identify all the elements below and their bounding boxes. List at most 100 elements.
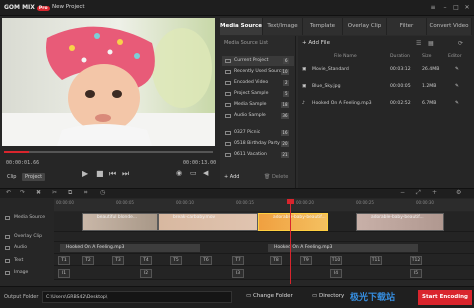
camera-icon[interactable]: ◉ — [176, 169, 182, 177]
file-size: 1.2MB — [422, 84, 437, 89]
minimize-icon[interactable]: – — [440, 3, 450, 12]
timeline-clip[interactable]: adorable-baby-beautif... — [356, 213, 444, 231]
text-item[interactable]: T5 — [170, 256, 182, 265]
source-item[interactable]: 0611 Vacation 21 — [222, 150, 294, 160]
screen-icon[interactable]: ▭ — [190, 169, 197, 177]
text-item[interactable]: T7 — [232, 256, 244, 265]
close-icon[interactable]: ✕ — [462, 3, 472, 12]
zoom-fit-icon[interactable]: ⤢ — [416, 189, 421, 197]
output-path-field[interactable]: C:\Users\GRBS42\Desktop\ — [42, 291, 232, 303]
text-item[interactable]: T9 — [300, 256, 312, 265]
text-item[interactable]: T12 — [410, 256, 422, 265]
timeline-clip-selected[interactable]: adorable-baby-beautif... — [258, 213, 328, 231]
file-duration: 00:02:52 — [390, 101, 411, 106]
grid-view-icon[interactable]: ▦ — [428, 40, 434, 47]
playback-scrubber[interactable] — [4, 148, 213, 154]
text-item[interactable]: T1 — [58, 256, 70, 265]
source-item[interactable]: 0327 Picnic 16 — [222, 128, 294, 138]
prev-frame-icon[interactable]: ⏮ — [109, 169, 116, 179]
edit-icon[interactable]: ✎ — [455, 101, 459, 106]
image-item[interactable]: I1 — [58, 269, 70, 278]
image-item[interactable]: I4 — [330, 269, 342, 278]
text-item[interactable]: T10 — [330, 256, 342, 265]
track-label-audio: Audio — [2, 243, 52, 253]
source-label: Project Sample — [234, 91, 269, 96]
source-item[interactable]: Current Project 6 — [222, 56, 294, 66]
video-preview[interactable] — [2, 18, 215, 146]
tab-project[interactable]: Project — [22, 173, 46, 181]
track-label-image: Image — [2, 268, 52, 278]
ruler-tick: 00:00:00 — [56, 200, 74, 205]
audio-clip[interactable]: Hooked On A Feeling.mp3 — [60, 244, 200, 252]
split-icon[interactable]: ✂ — [52, 189, 57, 196]
add-file-button[interactable]: + Add File — [302, 40, 330, 46]
source-item[interactable]: Encoded Video 2 — [222, 78, 294, 88]
source-count: 16 — [280, 130, 289, 136]
file-row[interactable]: ▣ Blue_Sky.jpg 00:00:05 1.2MB ✎ — [300, 82, 470, 92]
track-label-overlay: Overlay Clip — [2, 232, 52, 242]
redo-icon[interactable]: ↷ — [20, 189, 25, 196]
ruler-tick: 00:00:30 — [416, 200, 434, 205]
folder-icon — [225, 131, 231, 135]
maximize-icon[interactable]: □ — [451, 3, 461, 12]
col-duration[interactable]: Duration — [390, 54, 410, 59]
overlay-lane[interactable] — [54, 232, 474, 242]
file-row[interactable]: ▣ Movie_Standard 00:03:12 26.4MB ✎ — [300, 65, 470, 75]
settings-icon[interactable]: ⚙ — [456, 189, 461, 196]
directory-button[interactable]: ▭ Directory — [312, 293, 344, 299]
text-item[interactable]: T8 — [270, 256, 282, 265]
timeline-ruler[interactable]: 00:00:00 00:00:05 00:00:10 00:00:15 00:0… — [54, 199, 474, 211]
delete-source-button[interactable]: 🗑 Delete — [264, 174, 288, 180]
file-row[interactable]: ♪ Hooked On A Feeling.mp3 00:02:52 6.7MB ✎ — [300, 99, 470, 109]
col-size[interactable]: Size — [422, 54, 431, 59]
tab-clip[interactable]: Clip — [4, 173, 19, 181]
watermark: 极光下载站 — [350, 293, 396, 303]
volume-icon[interactable]: ◀ — [203, 169, 208, 177]
timeline-clip[interactable]: beautiful blonde... — [82, 213, 158, 231]
delete-icon[interactable]: ✖ — [36, 189, 41, 196]
copy-icon[interactable]: ⧉ — [68, 189, 72, 197]
timeline-clip[interactable]: break-carbaby.mov — [158, 213, 258, 231]
tab-media-source[interactable]: Media Source — [220, 18, 263, 35]
zoom-in-icon[interactable]: + — [432, 189, 437, 196]
text-item[interactable]: T3 — [112, 256, 124, 265]
next-frame-icon[interactable]: ⏭ — [122, 169, 129, 179]
source-item[interactable]: Recently Used Source 10 — [222, 67, 294, 77]
image-item[interactable]: I2 — [140, 269, 152, 278]
tab-template[interactable]: Template — [303, 18, 343, 35]
source-item[interactable]: Audio Sample 36 — [222, 111, 294, 121]
menu-icon[interactable]: ≡ — [428, 3, 438, 12]
source-item[interactable]: Project Sample 5 — [222, 89, 294, 99]
text-item[interactable]: T6 — [200, 256, 212, 265]
stop-icon[interactable]: ■ — [96, 169, 104, 178]
folder-icon — [225, 142, 231, 146]
tab-text-image[interactable]: Text/Image — [263, 18, 303, 35]
play-icon[interactable]: ▶ — [82, 169, 88, 178]
text-item[interactable]: T4 — [140, 256, 152, 265]
refresh-icon[interactable]: ⟳ — [458, 40, 463, 47]
clip-label: adorable-baby-beautif... — [273, 215, 326, 220]
col-editor[interactable]: Editor — [448, 54, 462, 59]
image-item[interactable]: I5 — [410, 269, 422, 278]
tab-overlay-clip[interactable]: Overlay Clip — [343, 18, 387, 35]
file-size: 26.4MB — [422, 67, 440, 72]
undo-icon[interactable]: ↶ — [6, 189, 11, 196]
edit-icon[interactable]: ✎ — [455, 67, 459, 72]
tab-filter[interactable]: Filter — [387, 18, 427, 35]
app-window: GOM MIX Pro New Project ≡ – □ ✕ 00:00:01… — [0, 0, 474, 308]
crop-icon[interactable]: ⌗ — [84, 189, 87, 197]
source-item[interactable]: Media Sample 18 — [222, 100, 294, 110]
add-source-button[interactable]: + Add — [224, 174, 239, 180]
col-file-name[interactable]: File Name — [334, 54, 357, 59]
text-item[interactable]: T2 — [82, 256, 94, 265]
source-item[interactable]: 0518 Birthday Party 20 — [222, 139, 294, 149]
text-item[interactable]: T11 — [370, 256, 382, 265]
change-folder-button[interactable]: ▭ Change Folder — [246, 293, 293, 299]
edit-icon[interactable]: ✎ — [455, 84, 459, 89]
start-encoding-button[interactable]: Start Encoding — [418, 290, 472, 305]
speed-icon[interactable]: ◷ — [100, 189, 105, 196]
zoom-out-icon[interactable]: − — [400, 189, 405, 196]
list-view-icon[interactable]: ☰ — [416, 40, 421, 47]
tab-convert-video[interactable]: Convert Video — [427, 18, 472, 35]
image-item[interactable]: I3 — [232, 269, 244, 278]
